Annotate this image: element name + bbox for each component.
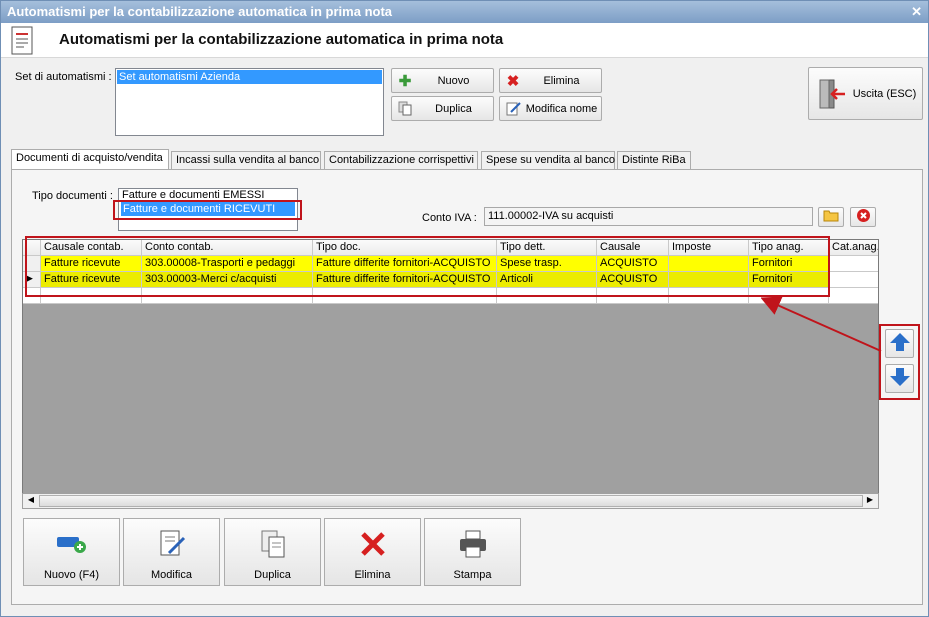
modifica-nome-label: Modifica nome	[525, 102, 598, 115]
copy-icon	[396, 100, 414, 118]
tab-corrispettivi[interactable]: Contabilizzazione corrispettivi	[324, 151, 478, 169]
tab-incassi[interactable]: Incassi sulla vendita al banco	[171, 151, 321, 169]
elimina-label: Elimina	[543, 74, 580, 87]
scroll-left-icon[interactable]: ◀	[24, 495, 38, 507]
horizontal-scrollbar[interactable]: ◀ ▶	[22, 493, 879, 509]
edit-icon	[504, 100, 522, 118]
duplica-button[interactable]: Duplica	[391, 96, 494, 121]
annotation-box-grid	[25, 236, 830, 297]
nuovo-label: Nuovo	[437, 74, 470, 87]
conto-iva-field[interactable]: 111.00002-IVA su acquisti	[484, 207, 813, 226]
duplica-label: Duplica	[435, 102, 472, 115]
uscita-button[interactable]: Uscita (ESC)	[808, 67, 923, 120]
annotation-box-tipo	[113, 200, 302, 220]
stampa-button[interactable]: Stampa	[424, 518, 521, 586]
folder-icon	[823, 209, 839, 225]
modifica-label: Modifica	[151, 569, 192, 581]
header: Automatismi per la contabilizzazione aut…	[1, 23, 928, 58]
duplica-bottom-label: Duplica	[254, 569, 291, 581]
elimina-bottom-label: Elimina	[354, 569, 391, 581]
title-bar: Automatismi per la contabilizzazione aut…	[1, 1, 928, 23]
conto-iva-label: Conto IVA :	[422, 212, 477, 224]
modifica-button[interactable]: Modifica	[123, 518, 220, 586]
elimina-button[interactable]: ✖ Elimina	[499, 68, 602, 93]
move-up-button[interactable]	[885, 329, 914, 358]
arrow-down-icon	[889, 366, 911, 391]
annotation-arrow-icon	[761, 296, 882, 352]
nuovo-f4-label: Nuovo (F4)	[43, 569, 100, 581]
uscita-label: Uscita (ESC)	[852, 87, 917, 100]
window-title: Automatismi per la contabilizzazione aut…	[7, 4, 393, 19]
elimina-bottom-button[interactable]: Elimina	[324, 518, 421, 586]
arrow-up-icon	[889, 331, 911, 356]
tab-documenti[interactable]: Documenti di acquisto/vendita	[11, 149, 169, 170]
clear-icon	[856, 208, 871, 226]
set-item[interactable]: Set automatismi Azienda	[117, 70, 382, 84]
tipo-documenti-label: Tipo documenti :	[32, 190, 113, 202]
exit-door-icon	[817, 77, 847, 111]
edit-icon	[124, 527, 219, 561]
main-window: Automatismi per la contabilizzazione aut…	[0, 0, 929, 617]
tab-spese[interactable]: Spese su vendita al banco	[481, 151, 615, 169]
document-icon	[10, 26, 36, 59]
tab-distinte-riba[interactable]: Distinte RiBa	[617, 151, 691, 169]
duplica-bottom-button[interactable]: Duplica	[224, 518, 321, 586]
table-cell[interactable]	[829, 256, 878, 272]
set-label: Set di automatismi :	[15, 71, 112, 83]
delete-icon: ✖	[506, 72, 520, 90]
move-down-button[interactable]	[885, 364, 914, 393]
scroll-right-icon[interactable]: ▶	[863, 495, 877, 507]
clear-button[interactable]	[850, 207, 876, 227]
folder-button[interactable]	[818, 207, 844, 227]
modifica-nome-button[interactable]: Modifica nome	[499, 96, 602, 121]
page-title: Automatismi per la contabilizzazione aut…	[59, 31, 504, 48]
plus-icon: ✚	[398, 72, 412, 90]
set-listbox[interactable]: Set automatismi Azienda	[115, 68, 384, 136]
printer-icon	[425, 527, 520, 561]
copy-icon	[225, 527, 320, 561]
delete-icon	[325, 527, 420, 561]
col-header[interactable]: Cat.anag.	[829, 240, 878, 256]
new-record-icon	[24, 527, 119, 561]
nuovo-button[interactable]: ✚ Nuovo	[391, 68, 494, 93]
table-cell[interactable]	[829, 272, 878, 288]
close-icon[interactable]: ✕	[911, 4, 922, 20]
scroll-thumb[interactable]	[39, 495, 863, 507]
stampa-label: Stampa	[453, 569, 492, 581]
nuovo-f4-button[interactable]: Nuovo (F4)	[23, 518, 120, 586]
